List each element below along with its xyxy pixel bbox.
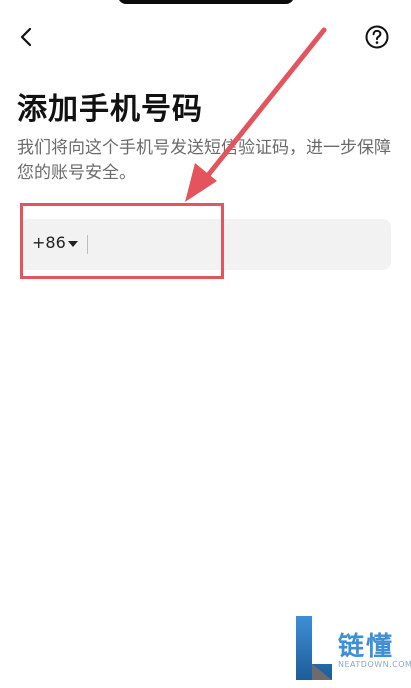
chevron-left-icon xyxy=(20,27,32,47)
watermark-site: NEATDOWN.COM xyxy=(338,660,411,669)
watermark: 链懂 NEATDOWN.COM xyxy=(294,614,411,684)
camera-notch xyxy=(118,0,294,4)
caret-down-icon[interactable] xyxy=(68,241,78,247)
question-circle-icon xyxy=(365,25,389,49)
phone-number-field: +86 xyxy=(20,219,391,270)
back-button[interactable] xyxy=(12,22,40,52)
page-description: 我们将向这个手机号发送短信验证码，进一步保障您的账号安全。 xyxy=(17,138,391,183)
phone-screen: 添加手机号码 我们将向这个手机号发送短信验证码，进一步保障您的账号安全。 +86… xyxy=(0,0,411,688)
watermark-logo-icon xyxy=(296,616,332,680)
text-cursor xyxy=(87,235,88,254)
country-code-selector[interactable]: +86 xyxy=(32,233,66,252)
help-button[interactable] xyxy=(364,24,390,50)
watermark-brand: 链懂 xyxy=(338,632,395,662)
page-title: 添加手机号码 xyxy=(17,92,203,127)
phone-number-input[interactable] xyxy=(94,227,378,264)
